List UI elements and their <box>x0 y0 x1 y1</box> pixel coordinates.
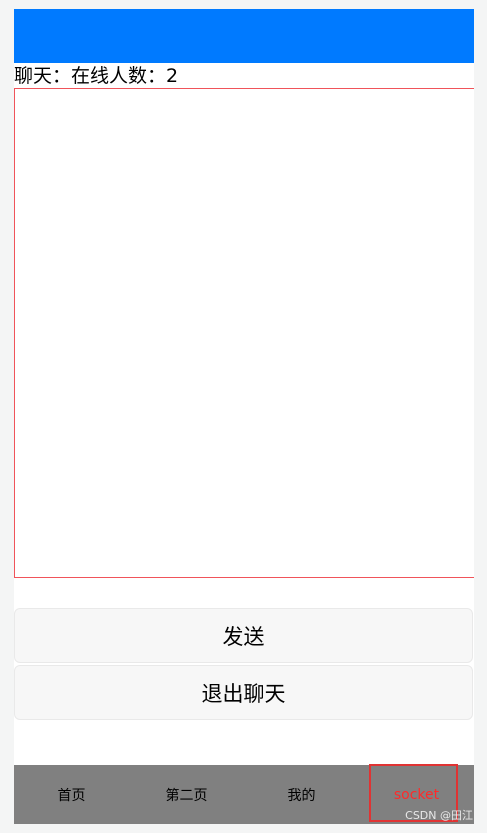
navigation-bar <box>14 9 474 63</box>
send-button[interactable]: 发送 <box>14 608 473 663</box>
tab-home[interactable]: 首页 <box>14 765 129 824</box>
tab-mine[interactable]: 我的 <box>244 765 359 824</box>
chat-online-count: 聊天：在线人数：2 <box>14 65 179 87</box>
exit-chat-button[interactable]: 退出聊天 <box>14 665 473 720</box>
app-screen: 聊天：在线人数：2 发送 退出聊天 首页 第二页 我的 socket <box>14 9 474 824</box>
chat-message-area[interactable] <box>14 88 474 578</box>
tab-second-page[interactable]: 第二页 <box>129 765 244 824</box>
watermark: CSDN @田江 <box>405 809 473 822</box>
